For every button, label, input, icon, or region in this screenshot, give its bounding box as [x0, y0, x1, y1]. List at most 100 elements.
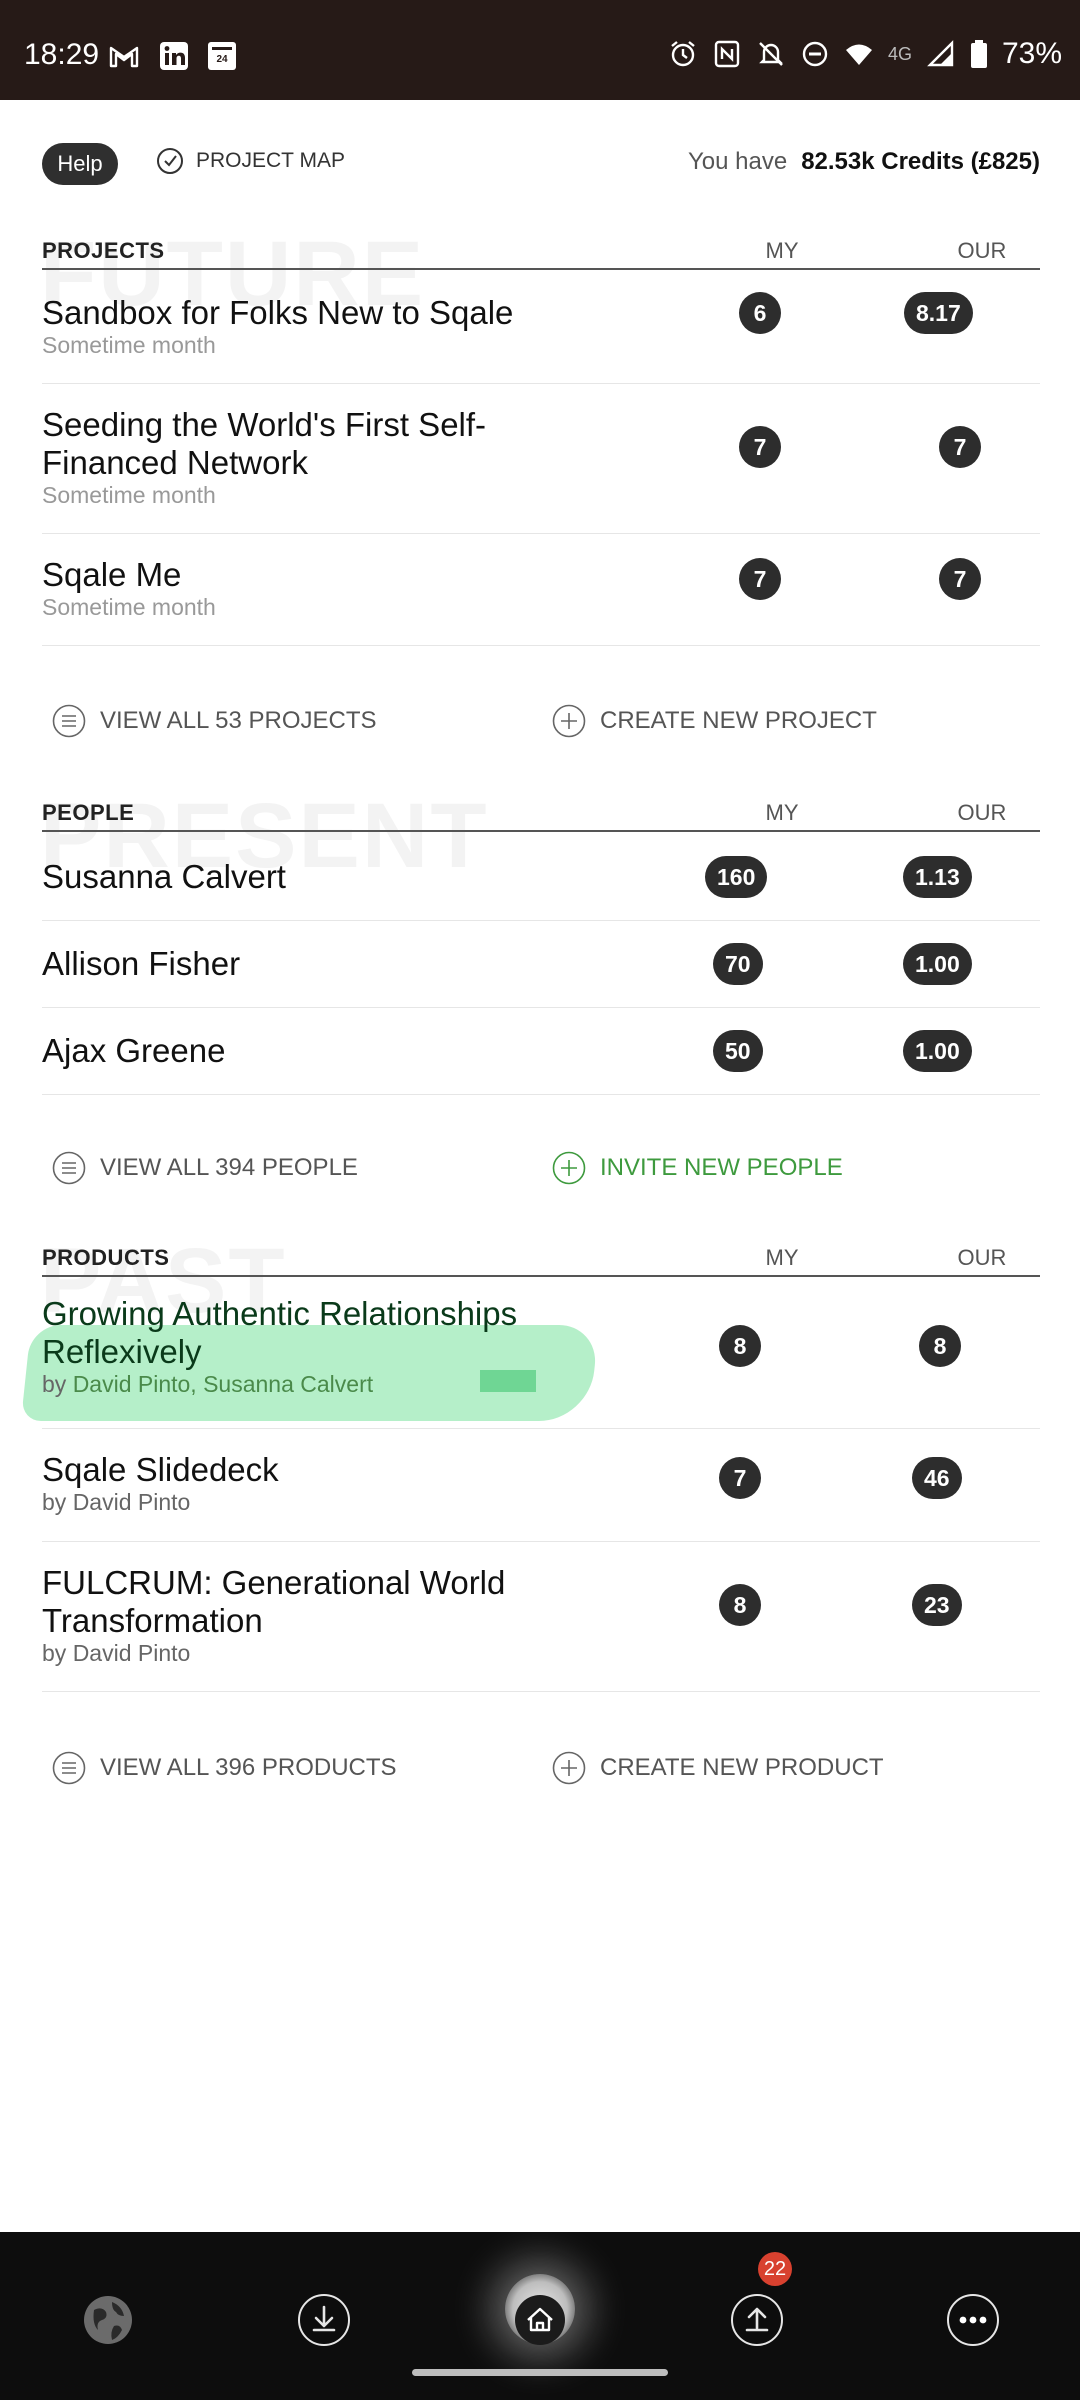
list-icon [52, 1151, 86, 1185]
bell-off-icon [759, 42, 783, 66]
product-row[interactable]: Growing Authentic Relationships Reflexiv… [42, 1279, 1040, 1429]
project-row[interactable]: Sandbox for Folks New to Sqale Sometime … [42, 272, 1040, 384]
person-row[interactable]: Susanna Calvert 160 1.13 [42, 834, 1040, 921]
person-our-score: 1.00 [903, 1030, 972, 1072]
more-icon[interactable] [945, 2292, 1001, 2348]
view-all-products-link[interactable]: VIEW ALL 396 PRODUCTS [52, 1751, 397, 1785]
people-header: PEOPLE MY OUR [42, 792, 1040, 832]
person-my-score: 160 [705, 856, 768, 898]
upload-icon[interactable] [729, 2292, 785, 2348]
plus-circle-icon [552, 704, 586, 738]
product-our-score: 23 [912, 1584, 962, 1626]
svg-text:24: 24 [216, 54, 228, 65]
view-all-projects-link[interactable]: VIEW ALL 53 PROJECTS [52, 704, 377, 738]
project-our-score: 7 [939, 558, 981, 600]
product-our-score: 46 [912, 1457, 962, 1499]
network-type: 4G [887, 43, 912, 64]
product-authors-line: by David Pinto [42, 1640, 190, 1667]
battery-icon [970, 40, 987, 68]
signal-icon [927, 40, 954, 67]
create-project-link[interactable]: CREATE NEW PROJECT [552, 704, 877, 738]
product-authors[interactable]: David Pinto [73, 1489, 191, 1515]
project-row[interactable]: Seeding the World's First Self-Financed … [42, 384, 1040, 534]
view-all-people-link[interactable]: VIEW ALL 394 PEOPLE [52, 1151, 358, 1185]
help-button[interactable]: Help [42, 143, 118, 185]
invite-people-label: INVITE NEW PEOPLE [600, 1154, 843, 1181]
person-our-score: 1.00 [903, 943, 972, 985]
project-date: Sometime month [42, 594, 216, 620]
project-title[interactable]: Seeding the World's First Self-Financed … [42, 406, 602, 482]
status-bar: 18:29 24 4G 73% [0, 0, 1080, 100]
by-label: by [42, 1640, 67, 1666]
project-row[interactable]: Sqale Me Sometime month 7 7 [42, 534, 1040, 646]
people-section: PRESENT PEOPLE MY OUR Susanna Calvert 16… [40, 785, 1040, 1232]
product-my-score: 8 [719, 1325, 761, 1367]
project-our-score: 7 [939, 426, 981, 468]
person-row[interactable]: Ajax Greene 50 1.00 [42, 1008, 1040, 1095]
project-my-score: 7 [739, 426, 781, 468]
list-icon [52, 704, 86, 738]
projects-col-my: MY [765, 238, 799, 263]
products-title: PRODUCTS [42, 1245, 170, 1270]
people-col-my: MY [765, 800, 799, 825]
linkedin-icon [160, 42, 188, 70]
gmail-icon [109, 46, 139, 68]
credits-value: 82.53k Credits (£825) [801, 148, 1040, 175]
globe-icon[interactable] [80, 2292, 136, 2348]
view-all-projects-label: VIEW ALL 53 PROJECTS [100, 707, 377, 734]
by-label: by [42, 1371, 67, 1397]
product-my-score: 7 [719, 1457, 761, 1499]
create-product-label: CREATE NEW PRODUCT [600, 1754, 884, 1781]
product-authors-line: by David Pinto, Susanna Calvert [42, 1371, 373, 1398]
product-authors[interactable]: David Pinto, Susanna Calvert [73, 1371, 373, 1397]
product-row[interactable]: Sqale Slidedeck by David Pinto 7 46 [42, 1429, 1040, 1542]
plus-circle-icon [552, 1151, 586, 1185]
project-map-label: PROJECT MAP [196, 149, 345, 172]
create-project-label: CREATE NEW PROJECT [600, 707, 877, 734]
person-my-score: 50 [713, 1030, 763, 1072]
product-title[interactable]: Sqale Slidedeck [42, 1451, 602, 1489]
project-map-link[interactable]: PROJECT MAP [156, 147, 345, 175]
project-title[interactable]: Sqale Me [42, 556, 602, 594]
people-title: PEOPLE [42, 800, 135, 825]
people-col-our: OUR [957, 800, 1007, 825]
project-date: Sometime month [42, 332, 216, 358]
person-name[interactable]: Allison Fisher [42, 945, 602, 983]
home-icon[interactable] [512, 2292, 568, 2348]
products-header: PRODUCTS MY OUR [42, 1237, 1040, 1277]
list-icon [52, 1751, 86, 1785]
by-label: by [42, 1489, 67, 1515]
create-product-link[interactable]: CREATE NEW PRODUCT [552, 1751, 884, 1785]
person-name[interactable]: Susanna Calvert [42, 858, 602, 896]
view-all-products-label: VIEW ALL 396 PRODUCTS [100, 1754, 397, 1781]
upload-count-badge: 22 [758, 2252, 792, 2286]
project-title[interactable]: Sandbox for Folks New to Sqale [42, 294, 602, 332]
products-section: PAST PRODUCTS MY OUR Growing Authentic R… [40, 1230, 1040, 1797]
projects-header: PROJECTS MY OUR [42, 230, 1040, 270]
product-title[interactable]: FULCRUM: Generational World Transformati… [42, 1564, 602, 1640]
product-authors[interactable]: David Pinto [73, 1640, 191, 1666]
projects-section: FUTURE PROJECTS MY OUR Sandbox for Folks… [40, 223, 1040, 750]
person-our-score: 1.13 [903, 856, 972, 898]
product-title[interactable]: Growing Authentic Relationships Reflexiv… [42, 1295, 602, 1371]
battery-percent: 73% [1001, 37, 1062, 70]
product-our-score: 8 [919, 1325, 961, 1367]
projects-title: PROJECTS [42, 238, 165, 263]
alarm-icon [671, 41, 695, 67]
person-name[interactable]: Ajax Greene [42, 1032, 602, 1070]
france24-icon: 24 [208, 42, 236, 70]
product-row[interactable]: FULCRUM: Generational World Transformati… [42, 1542, 1040, 1692]
project-our-score: 8.17 [904, 292, 973, 334]
dnd-icon [802, 41, 828, 67]
invite-people-link[interactable]: INVITE NEW PEOPLE [552, 1151, 843, 1185]
products-col-our: OUR [957, 1245, 1007, 1270]
products-col-my: MY [765, 1245, 799, 1270]
gesture-bar[interactable] [412, 2369, 668, 2376]
credits-summary: You have 82.53k Credits (£825) [688, 148, 1040, 176]
status-system-icons: 4G 73% [668, 37, 1062, 70]
nfc-icon [714, 40, 740, 68]
download-icon[interactable] [296, 2292, 352, 2348]
projects-col-our: OUR [957, 238, 1007, 263]
product-authors-line: by David Pinto [42, 1489, 190, 1516]
person-row[interactable]: Allison Fisher 70 1.00 [42, 921, 1040, 1008]
